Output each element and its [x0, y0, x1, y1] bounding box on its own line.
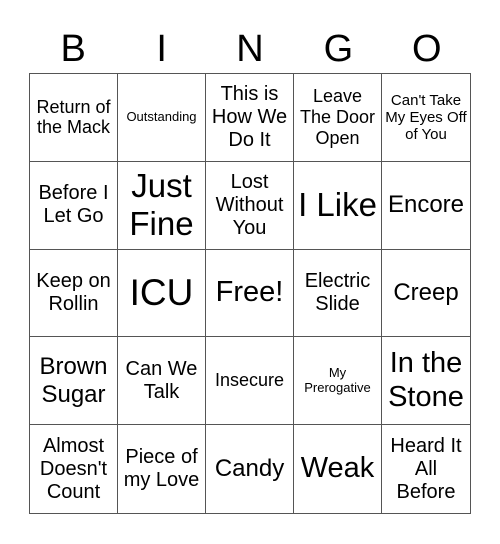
- bingo-cell[interactable]: Creep: [382, 250, 470, 338]
- bingo-cell[interactable]: Just Fine: [118, 161, 206, 250]
- bingo-cell[interactable]: Leave The Door Open: [294, 74, 382, 162]
- bingo-cell[interactable]: Encore: [382, 162, 470, 250]
- bingo-cell[interactable]: Electric Slide: [294, 249, 382, 338]
- bingo-cell[interactable]: Return of the Mack: [30, 74, 118, 162]
- bingo-cell[interactable]: Can We Talk: [118, 337, 206, 426]
- bingo-header: B I N G O: [29, 26, 471, 72]
- bingo-cell[interactable]: This is How We Do It: [206, 74, 294, 162]
- bingo-cell[interactable]: Can't Take My Eyes Off of You: [382, 74, 470, 162]
- header-letter-g: G: [323, 28, 354, 70]
- bingo-cell[interactable]: ICU: [118, 249, 206, 338]
- header-letter-b: B: [60, 28, 86, 70]
- bingo-cell[interactable]: Outstanding: [118, 74, 206, 162]
- bingo-cell[interactable]: My Prerogative: [294, 337, 382, 426]
- bingo-cell[interactable]: In the Stone: [382, 337, 470, 426]
- bingo-cell[interactable]: Weak: [294, 425, 382, 513]
- bingo-cell[interactable]: Before I Let Go: [30, 161, 118, 250]
- header-letter-i: I: [156, 28, 167, 70]
- bingo-cell[interactable]: Candy: [206, 425, 294, 513]
- bingo-cell[interactable]: Heard It All Before: [382, 425, 470, 513]
- bingo-card: Return of the Mack Outstanding This is H…: [29, 73, 471, 514]
- header-letter-n: N: [236, 28, 264, 70]
- bingo-cell[interactable]: Brown Sugar: [30, 337, 118, 426]
- bingo-cell[interactable]: Lost Without You: [206, 161, 294, 250]
- bingo-cell[interactable]: Piece of my Love: [118, 425, 206, 513]
- bingo-cell[interactable]: Keep on Rollin: [30, 249, 118, 338]
- bingo-cell[interactable]: Free!: [206, 249, 294, 338]
- bingo-cell[interactable]: I Like: [294, 161, 382, 250]
- bingo-cell[interactable]: Almost Doesn't Count: [30, 425, 118, 513]
- header-letter-o: O: [412, 28, 442, 70]
- bingo-cell[interactable]: Insecure: [206, 337, 294, 426]
